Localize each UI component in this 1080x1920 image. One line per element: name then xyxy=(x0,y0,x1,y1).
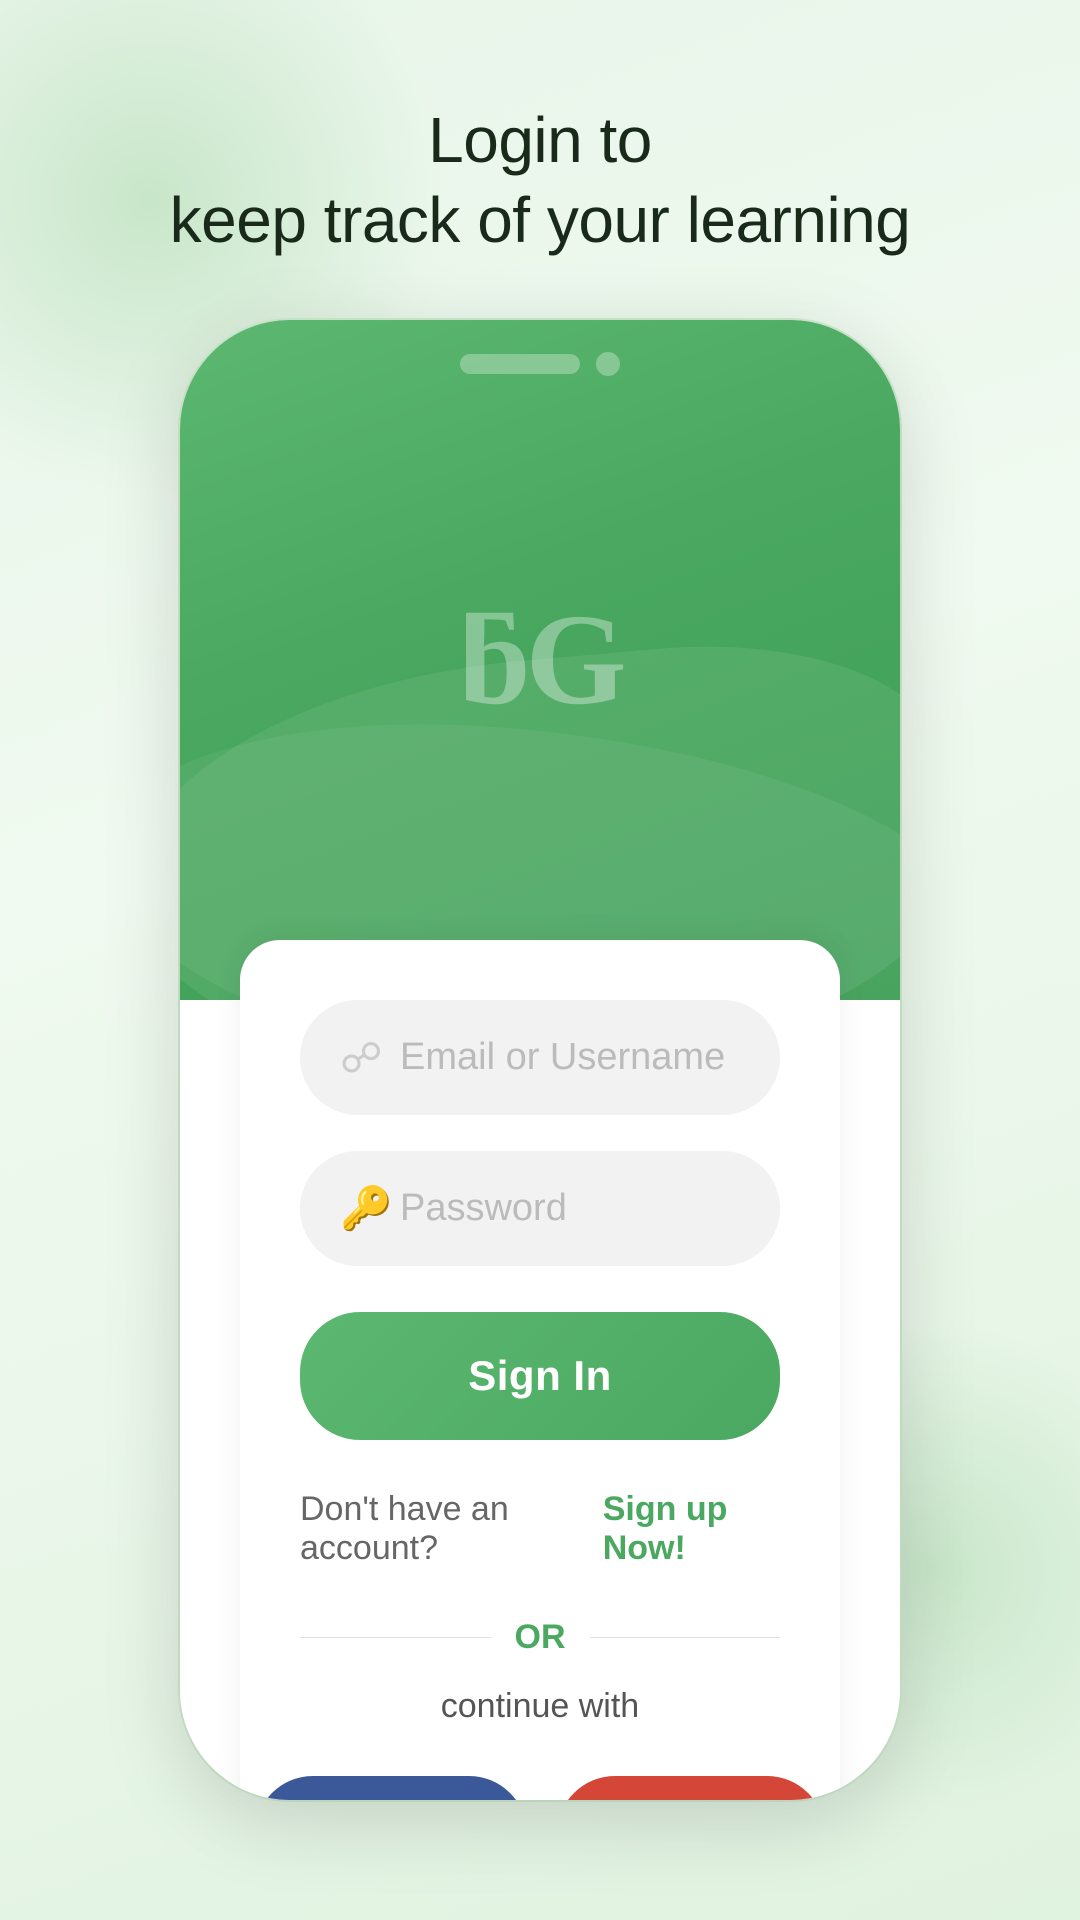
continue-with-text: continue with xyxy=(300,1687,780,1726)
no-account-text: Don't have an account? xyxy=(300,1490,591,1568)
phone-green-section: ƃG xyxy=(180,320,900,1000)
right-divider-line xyxy=(590,1637,781,1638)
email-input-group: ☍ xyxy=(300,1000,780,1115)
notch-pill xyxy=(460,354,580,374)
password-input-group: 🔑 xyxy=(300,1151,780,1266)
lock-icon: 🔑 xyxy=(340,1184,392,1233)
app-logo: ƃG xyxy=(458,595,621,725)
signup-row: Don't have an account? Sign up Now! xyxy=(300,1490,780,1568)
notch-camera xyxy=(596,352,620,376)
user-icon: ☍ xyxy=(340,1033,383,1082)
phone-mockup: ƃG ☍ 🔑 Sign In Don't hav xyxy=(180,320,900,1800)
facebook-button[interactable]: f Facebook xyxy=(255,1776,527,1800)
google-button[interactable]: G+ Google xyxy=(557,1776,825,1800)
logo-text: ƃG xyxy=(458,595,621,725)
phone-white-section: ☍ 🔑 Sign In Don't have an account? Sign … xyxy=(180,1000,900,1800)
social-buttons-row: f Facebook G+ Google xyxy=(300,1776,780,1800)
phone-notch xyxy=(460,352,620,376)
or-divider: OR xyxy=(300,1618,780,1657)
signup-link[interactable]: Sign up Now! xyxy=(603,1490,780,1568)
login-form-card: ☍ 🔑 Sign In Don't have an account? Sign … xyxy=(240,940,840,1800)
left-divider-line xyxy=(300,1637,491,1638)
or-text: OR xyxy=(515,1618,566,1657)
page-title: Login to keep track of your learning xyxy=(170,100,911,260)
sign-in-button[interactable]: Sign In xyxy=(300,1312,780,1440)
